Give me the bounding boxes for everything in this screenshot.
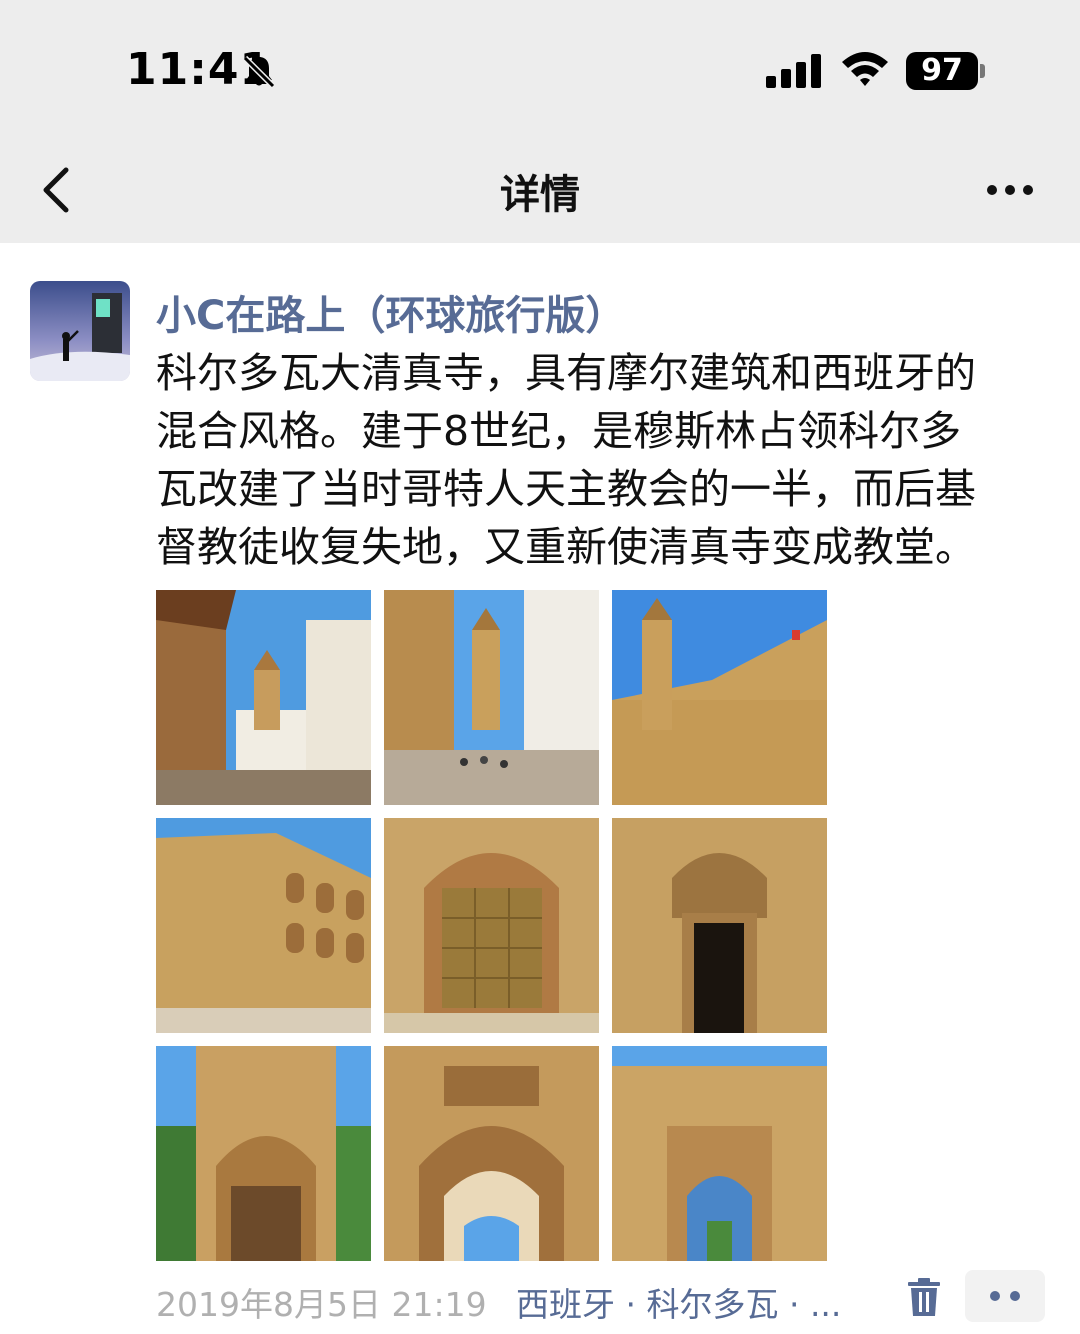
photo-5[interactable] bbox=[384, 818, 599, 1033]
comment-dots-icon bbox=[990, 1291, 1020, 1301]
comment-button[interactable] bbox=[965, 1270, 1045, 1322]
wifi-icon bbox=[842, 52, 888, 86]
trash-icon[interactable] bbox=[904, 1276, 944, 1318]
photo-1[interactable] bbox=[156, 590, 371, 805]
photo-8[interactable] bbox=[384, 1046, 599, 1261]
more-dots-icon[interactable] bbox=[982, 170, 1042, 210]
content-line: 混合风格。建于8世纪，是穆斯林占领科尔多 bbox=[156, 407, 962, 455]
signal-icon bbox=[766, 54, 821, 88]
photo-grid bbox=[156, 590, 828, 1262]
photo-2[interactable] bbox=[384, 590, 599, 805]
avatar[interactable] bbox=[30, 281, 130, 381]
post-timestamp: 2019年8月5日 21:19 bbox=[156, 1285, 487, 1324]
header-area: 11:41 97 详情 bbox=[0, 0, 1080, 243]
post-location[interactable]: 西班牙 · 科尔多瓦 · ... bbox=[516, 1278, 841, 1326]
bell-slash-icon bbox=[242, 55, 276, 89]
content-line: 督教徒收复失地，又重新使清真寺变成教堂。 bbox=[156, 523, 976, 571]
post-content: 科尔多瓦大清真寺，具有摩尔建筑和西班牙的 混合风格。建于8世纪，是穆斯林占领科尔… bbox=[156, 344, 1036, 576]
photo-3[interactable] bbox=[612, 590, 827, 805]
content-line: 科尔多瓦大清真寺，具有摩尔建筑和西班牙的 bbox=[156, 349, 976, 397]
photo-6[interactable] bbox=[612, 818, 827, 1033]
battery-nub bbox=[980, 64, 985, 78]
photo-4[interactable] bbox=[156, 818, 371, 1033]
nav-bar: 详情 bbox=[0, 140, 1080, 243]
photo-9[interactable] bbox=[612, 1046, 827, 1261]
battery-icon: 97 bbox=[906, 52, 978, 90]
photo-7[interactable] bbox=[156, 1046, 371, 1261]
page-title: 详情 bbox=[500, 172, 580, 218]
post-username[interactable]: 小C在路上（环球旅行版） bbox=[156, 283, 625, 341]
content-line: 瓦改建了当时哥特人天主教会的一半，而后基 bbox=[156, 465, 976, 513]
status-bar: 11:41 97 bbox=[0, 0, 1080, 140]
